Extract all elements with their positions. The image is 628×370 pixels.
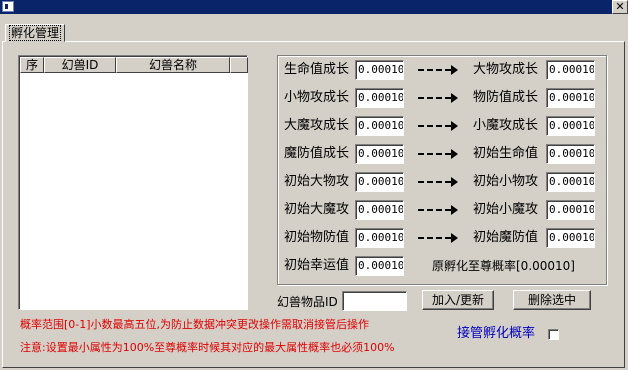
close-button[interactable]: ✕ — [612, 0, 628, 14]
rate-label-right: 大物攻成长 — [473, 62, 539, 77]
list-header: 序 幻兽ID 幻兽名称 — [20, 57, 248, 73]
rate-input-left[interactable]: 0.00010 — [355, 88, 404, 108]
arrow-icon — [418, 65, 458, 75]
window-app-icon — [2, 1, 14, 12]
item-id-label: 幻兽物品ID — [277, 295, 338, 309]
rate-input-right[interactable]: 0.00010 — [546, 172, 595, 192]
arrow-icon — [418, 93, 458, 103]
rate-input-left[interactable]: 0.00010 — [355, 144, 404, 164]
arrow-icon — [418, 233, 458, 243]
rate-input-right[interactable]: 0.00010 — [546, 116, 595, 136]
column-header-filler — [230, 57, 248, 73]
arrow-icon — [418, 149, 458, 159]
rate-label-right: 初始生命值 — [473, 146, 539, 161]
item-id-input[interactable] — [342, 291, 407, 311]
column-header-index[interactable]: 序 — [20, 57, 44, 73]
rate-label-left: 大魔攻成长 — [284, 118, 350, 133]
rate-label-left: 生命值成长 — [284, 62, 350, 77]
rate-label-left: 初始物防值 — [284, 230, 350, 245]
rate-input-left[interactable]: 0.00010 — [355, 172, 404, 192]
attention-note: 注意:设置最小属性为100%至尊概率时候其对应的最大属性概率也必须100% — [20, 341, 395, 354]
delete-selected-button[interactable]: 删除选中 — [513, 290, 591, 310]
rate-label-left: 初始大魔攻 — [284, 202, 350, 217]
range-note: 概率范围[0-1]小数最高五位,为防止数据冲突更改操作需取消接管后操作 — [20, 318, 370, 331]
rate-input-right[interactable]: 0.00010 — [546, 144, 595, 164]
original-rate-label: 原孵化至尊概率[0.00010] — [432, 259, 575, 273]
takeover-checkbox[interactable] — [548, 329, 559, 340]
rate-label-left: 魔防值成长 — [284, 146, 350, 161]
rate-input-right[interactable]: 0.00010 — [546, 228, 595, 248]
rate-label-right: 小魔攻成长 — [473, 118, 539, 133]
rate-input-left[interactable]: 0.00010 — [355, 228, 404, 248]
arrow-icon — [418, 205, 458, 215]
rate-label-left: 初始大物攻 — [284, 174, 350, 189]
window-title-bar: ✕ — [0, 0, 628, 14]
rate-input-right[interactable]: 0.00010 — [546, 60, 595, 80]
rate-label-right: 初始小魔攻 — [473, 202, 539, 217]
rate-input-right[interactable]: 0.00010 — [546, 88, 595, 108]
arrow-icon — [418, 177, 458, 187]
rate-label-right: 初始魔防值 — [473, 230, 539, 245]
rate-input-left[interactable]: 0.00010 — [355, 60, 404, 80]
rate-label-left: 小物攻成长 — [284, 90, 350, 105]
rate-label-right: 物防值成长 — [473, 90, 539, 105]
takeover-label[interactable]: 接管孵化概率 — [457, 326, 535, 342]
luck-input[interactable]: 0.00010 — [355, 256, 404, 276]
column-header-beast-id[interactable]: 幻兽ID — [44, 57, 116, 73]
column-header-beast-name[interactable]: 幻兽名称 — [116, 57, 230, 73]
rate-input-right[interactable]: 0.00010 — [546, 200, 595, 220]
tab-label: 孵化管理 — [9, 25, 62, 41]
tab-hatch-management[interactable]: 孵化管理 — [5, 24, 66, 42]
rate-input-left[interactable]: 0.00010 — [355, 116, 404, 136]
rate-label-right: 初始小物攻 — [473, 174, 539, 189]
add-update-button[interactable]: 加入/更新 — [422, 290, 494, 310]
arrow-icon — [418, 121, 458, 131]
beast-list[interactable]: 序 幻兽ID 幻兽名称 — [18, 55, 248, 310]
close-icon: ✕ — [615, 0, 625, 13]
rate-input-left[interactable]: 0.00010 — [355, 200, 404, 220]
luck-label: 初始幸运值 — [284, 258, 350, 273]
